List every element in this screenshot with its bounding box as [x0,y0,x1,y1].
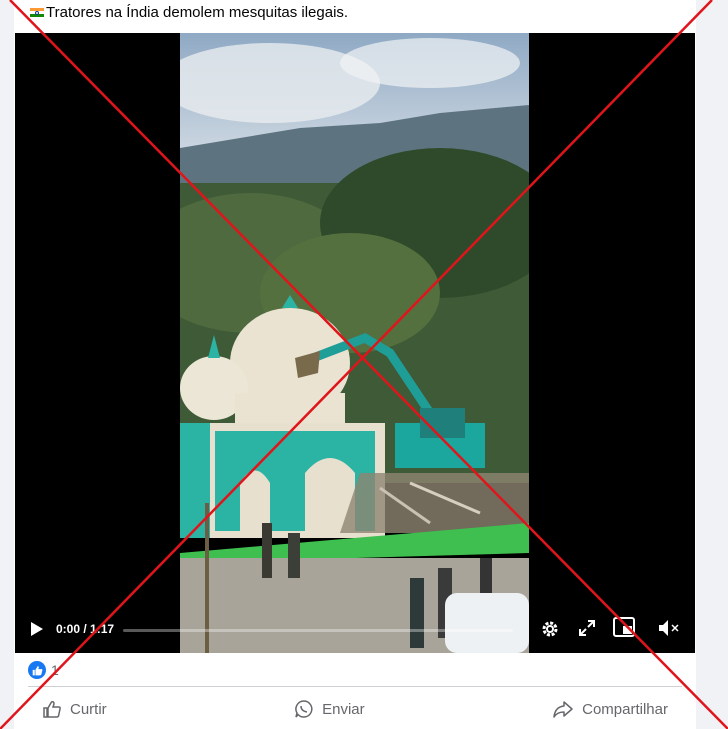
picture-in-picture-icon[interactable] [613,617,635,637]
send-label: Enviar [322,700,365,718]
share-label: Compartilhar [582,700,668,718]
video-progress-bar[interactable] [123,629,513,632]
actions-divider [28,686,682,687]
like-badge-icon [28,661,46,679]
settings-icon[interactable] [540,619,560,639]
video-time: 0:00 / 1:17 [56,622,115,636]
post-caption: Tratores na Índia demolem mesquitas ileg… [30,4,348,21]
india-flag-icon [30,7,44,18]
video-controls: 0:00 / 1:17 [15,607,695,653]
caption-text: Tratores na Índia demolem mesquitas ileg… [46,4,349,21]
send-button[interactable]: Enviar [280,693,379,725]
volume-muted-icon[interactable] [657,618,681,638]
like-label: Curtir [70,700,107,718]
share-arrow-icon [553,701,573,718]
post-actions: Curtir Enviar Compartilhar [28,690,682,728]
thumbs-up-icon [43,701,61,718]
video-player[interactable]: 0:00 / 1:17 [15,33,695,653]
fullscreen-icon[interactable] [578,619,596,637]
reaction-summary[interactable]: 1 [28,661,59,679]
reaction-count: 1 [51,662,59,678]
whatsapp-icon [295,700,313,718]
like-button[interactable]: Curtir [28,693,121,725]
play-icon[interactable] [30,621,44,637]
video-frame [180,33,529,653]
share-button[interactable]: Compartilhar [538,693,682,725]
